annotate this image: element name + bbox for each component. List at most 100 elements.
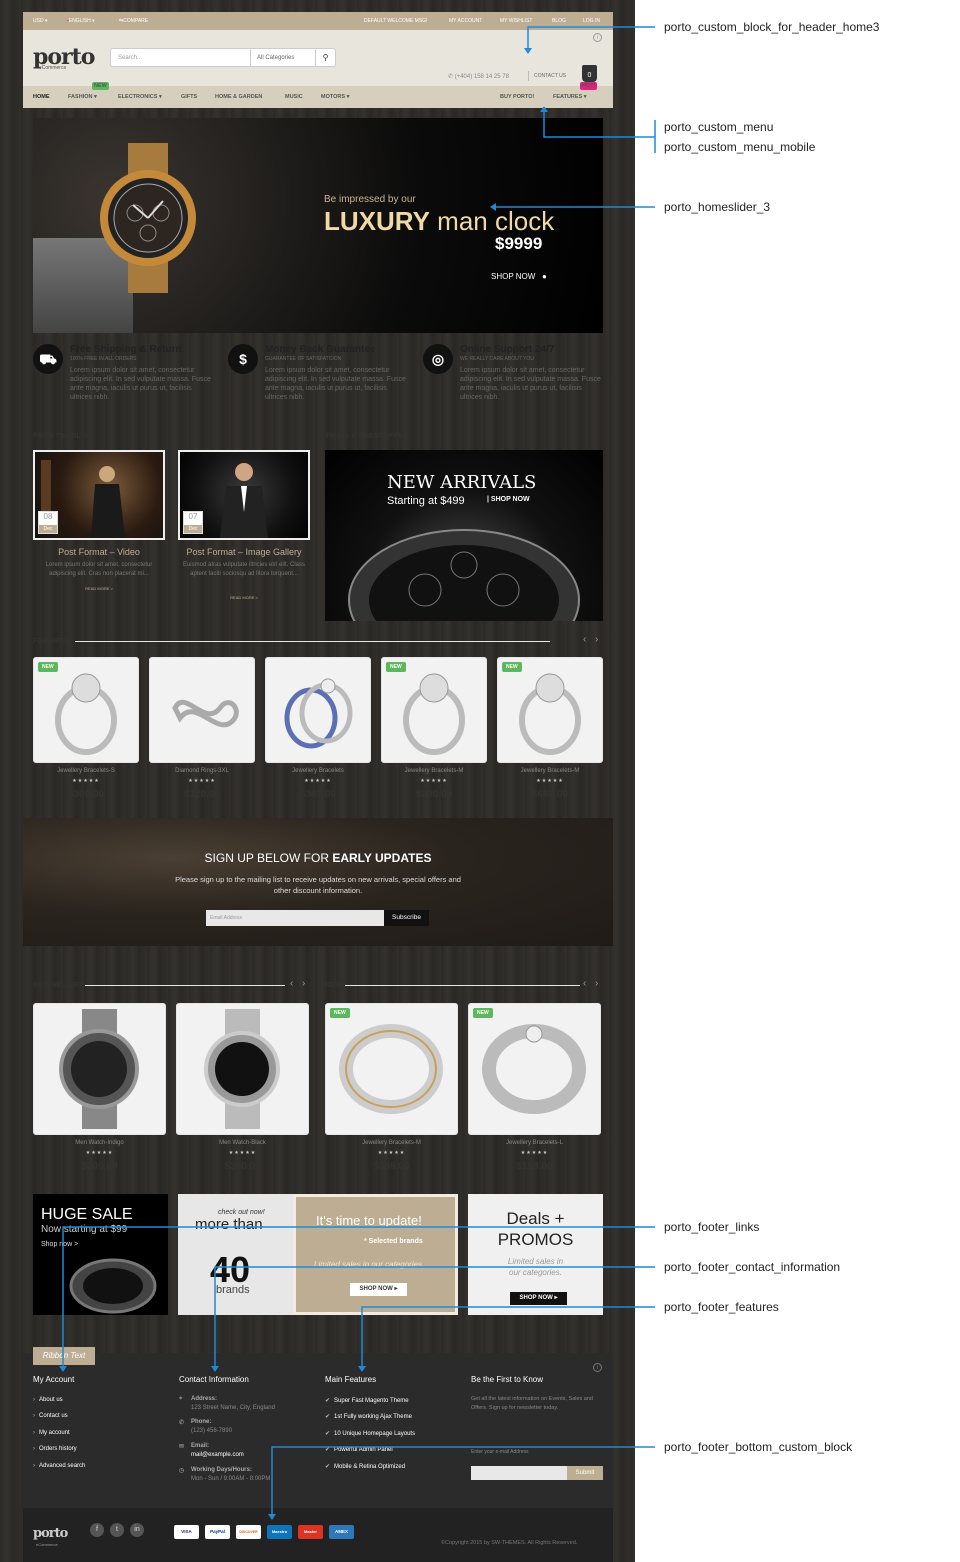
next-arrow-icon[interactable]: › bbox=[302, 978, 305, 989]
email-link[interactable]: mail@example.com bbox=[191, 1452, 244, 1458]
menu-item-fashion[interactable]: FASHION ▾ bbox=[68, 94, 97, 100]
read-more-link[interactable]: READ MORE > bbox=[178, 595, 310, 600]
product-image[interactable] bbox=[149, 657, 255, 763]
twitter-icon[interactable]: t bbox=[110, 1523, 124, 1537]
product-name[interactable]: Men Watch-Indigo bbox=[33, 1140, 166, 1146]
feature-title: Online Support 24/7 bbox=[460, 344, 555, 355]
offer-banner[interactable]: NEW ARRIVALS Starting at $499 | SHOP NOW bbox=[325, 450, 603, 621]
annotation-footer-features: porto_footer_features bbox=[664, 1300, 779, 1314]
product-card[interactable]: Diamond Rings-3XL ★★★★★ $120.00 bbox=[149, 657, 255, 807]
blog-title[interactable]: Post Format – Image Gallery bbox=[178, 547, 310, 557]
slider-shop-now[interactable]: SHOP NOW ● bbox=[491, 272, 547, 281]
product-card[interactable]: NEW Jewellery Bracelets-S ★★★★★ $300.00 bbox=[33, 657, 139, 807]
product-name[interactable]: Diamond Rings-3XL bbox=[149, 768, 255, 774]
annotation-footer-bottom: porto_footer_bottom_custom_block bbox=[664, 1440, 853, 1454]
newsletter-section: SIGN UP BELOW FOR EARLY UPDATES Please s… bbox=[23, 818, 613, 946]
submit-button[interactable]: Submit bbox=[567, 1466, 603, 1480]
blog-post[interactable]: 08 Dec Post Format – Video Lorem ipsum do… bbox=[33, 450, 165, 600]
footer-newsletter: Be the First to Know bbox=[471, 1375, 543, 1384]
cart-count: 0 bbox=[587, 72, 592, 79]
my-wishlist-link[interactable]: MY WISHLIST bbox=[500, 18, 532, 24]
product-card[interactable]: Men Watch-Black ★★★★★ $390.00 bbox=[176, 1003, 309, 1172]
shop-now-button[interactable]: SHOP NOW ▸ bbox=[350, 1283, 407, 1296]
product-card[interactable]: Men Watch-Indigo ★★★★★ $200.00 bbox=[33, 1003, 166, 1172]
location-icon: ⌖ bbox=[179, 1396, 183, 1402]
footer-link[interactable]: › My account bbox=[33, 1430, 70, 1436]
next-arrow-icon[interactable]: › bbox=[595, 634, 598, 645]
menu-item-home[interactable]: HOME bbox=[33, 94, 50, 100]
product-image[interactable] bbox=[33, 1003, 166, 1135]
annotation-custom-menu-mobile: porto_custom_menu_mobile bbox=[664, 140, 816, 154]
product-card[interactable]: NEW Jewellery Bracelets-M ★★★★★ $389.00 bbox=[325, 1003, 458, 1172]
blog-post[interactable]: 07 Dec Post Format – Image Gallery Euismo… bbox=[178, 450, 310, 600]
product-image[interactable] bbox=[497, 657, 603, 763]
prev-arrow-icon[interactable]: ‹ bbox=[290, 978, 293, 989]
product-name[interactable]: Jewellery Bracelets-M bbox=[325, 1140, 458, 1146]
deals-title: Deals + PROMOS bbox=[497, 1209, 574, 1249]
product-image[interactable] bbox=[381, 657, 487, 763]
linkedin-icon[interactable]: in bbox=[130, 1523, 144, 1537]
product-name[interactable]: Men Watch-Black bbox=[176, 1140, 309, 1146]
email-input[interactable]: Email Address bbox=[206, 910, 384, 926]
feature-item: ✔ 10 Unique Homepage Layouts bbox=[325, 1431, 416, 1437]
offer-shop-now[interactable]: | SHOP NOW bbox=[487, 496, 530, 503]
search-input[interactable]: Search... bbox=[118, 55, 142, 61]
feature-item: ✔ Super Fast Magento Theme bbox=[325, 1398, 409, 1404]
product-image[interactable] bbox=[325, 1003, 458, 1135]
compare-link[interactable]: ⇆COMPARE bbox=[119, 18, 148, 24]
cart-icon[interactable]: 0 bbox=[582, 65, 597, 82]
copyright: ©Copyright 2015 by SW-THEMES. All Rights… bbox=[441, 1540, 578, 1546]
product-card[interactable]: NEW Jewellery Bracelets-M ★★★★★ $200.00 bbox=[381, 657, 487, 807]
language-switcher[interactable]: ▪ENGLISH ▾ bbox=[67, 18, 95, 24]
product-name[interactable]: Jewellery Bracelets bbox=[265, 768, 371, 774]
menu-item-music[interactable]: MUSIC bbox=[285, 94, 303, 100]
maestro-icon: Maestro bbox=[267, 1525, 292, 1539]
home-slider[interactable]: Be impressed by our LUXURY man clock $99… bbox=[33, 118, 603, 333]
prev-arrow-icon[interactable]: ‹ bbox=[583, 978, 586, 989]
product-price: $390.00 bbox=[224, 1161, 261, 1172]
menu-item-electronics[interactable]: ELECTRONICS ▾ bbox=[118, 94, 162, 100]
footer-logo[interactable]: porto bbox=[33, 1526, 68, 1541]
facebook-icon[interactable]: f bbox=[90, 1523, 104, 1537]
subscribe-button[interactable]: Subscribe bbox=[384, 910, 429, 926]
product-image[interactable] bbox=[33, 657, 139, 763]
contact-us-link[interactable]: CONTACT US bbox=[534, 73, 566, 79]
search-icon[interactable]: ⚲ bbox=[315, 49, 335, 66]
footer-link[interactable]: › About us bbox=[33, 1397, 63, 1403]
blog-title[interactable]: Post Format – Video bbox=[33, 547, 165, 557]
product-name[interactable]: Jewellery Bracelets-M bbox=[381, 768, 487, 774]
update-title: It's time to update! bbox=[316, 1213, 422, 1228]
brands-banner[interactable]: check out now! more than 40 brands It's … bbox=[178, 1194, 458, 1315]
product-name[interactable]: Jewellery Bracelets-S bbox=[33, 768, 139, 774]
next-arrow-icon[interactable]: › bbox=[595, 978, 598, 989]
product-card[interactable]: Jewellery Bracelets ★★★★★ $389.00 bbox=[265, 657, 371, 807]
product-name[interactable]: Jewellery Bracelets-M bbox=[497, 768, 603, 774]
footer-email-input[interactable] bbox=[471, 1466, 567, 1480]
menu-item-home-garden[interactable]: HOME & GARDEN bbox=[215, 94, 262, 100]
product-name[interactable]: Jewellery Bracelets-L bbox=[468, 1140, 601, 1146]
my-account-link[interactable]: MY ACCOUNT bbox=[449, 18, 482, 24]
annotation-homeslider: porto_homeslider_3 bbox=[664, 200, 771, 214]
currency-switcher[interactable]: USD ▾ bbox=[33, 18, 47, 24]
huge-sale-banner[interactable]: HUGE SALE Now starting at $99 Shop now > bbox=[33, 1194, 168, 1315]
product-image[interactable] bbox=[265, 657, 371, 763]
menu-item-motors[interactable]: MOTORS ▾ bbox=[321, 94, 349, 100]
footer-link[interactable]: › Advanced search bbox=[33, 1463, 85, 1469]
product-image[interactable] bbox=[468, 1003, 601, 1135]
menu-item-features[interactable]: FEATURES ▾ bbox=[553, 94, 587, 100]
read-more-link[interactable]: READ MORE > bbox=[33, 586, 165, 591]
product-image[interactable] bbox=[176, 1003, 309, 1135]
shop-now-link[interactable]: Shop now > bbox=[41, 1241, 78, 1248]
footer-link[interactable]: › Orders history bbox=[33, 1446, 77, 1452]
menu-item-buy-porto[interactable]: BUY PORTO! bbox=[500, 94, 534, 100]
product-card[interactable]: NEW Jewellery Bracelets-M ★★★★★ $660.00 bbox=[497, 657, 603, 807]
category-select[interactable]: All Categories bbox=[250, 49, 316, 66]
login-link[interactable]: LOG IN bbox=[583, 18, 600, 24]
product-card[interactable]: NEW Jewellery Bracelets-L ★★★★★ $198.00 bbox=[468, 1003, 601, 1172]
shop-now-button[interactable]: SHOP NOW ▸ bbox=[510, 1292, 567, 1305]
menu-item-gifts[interactable]: GIFTS bbox=[181, 94, 197, 100]
prev-arrow-icon[interactable]: ‹ bbox=[583, 634, 586, 645]
blog-link[interactable]: BLOG bbox=[552, 18, 566, 24]
footer-link[interactable]: › Contact us bbox=[33, 1413, 68, 1419]
deals-banner[interactable]: Deals + PROMOS Limited sales in our catego… bbox=[468, 1194, 603, 1315]
